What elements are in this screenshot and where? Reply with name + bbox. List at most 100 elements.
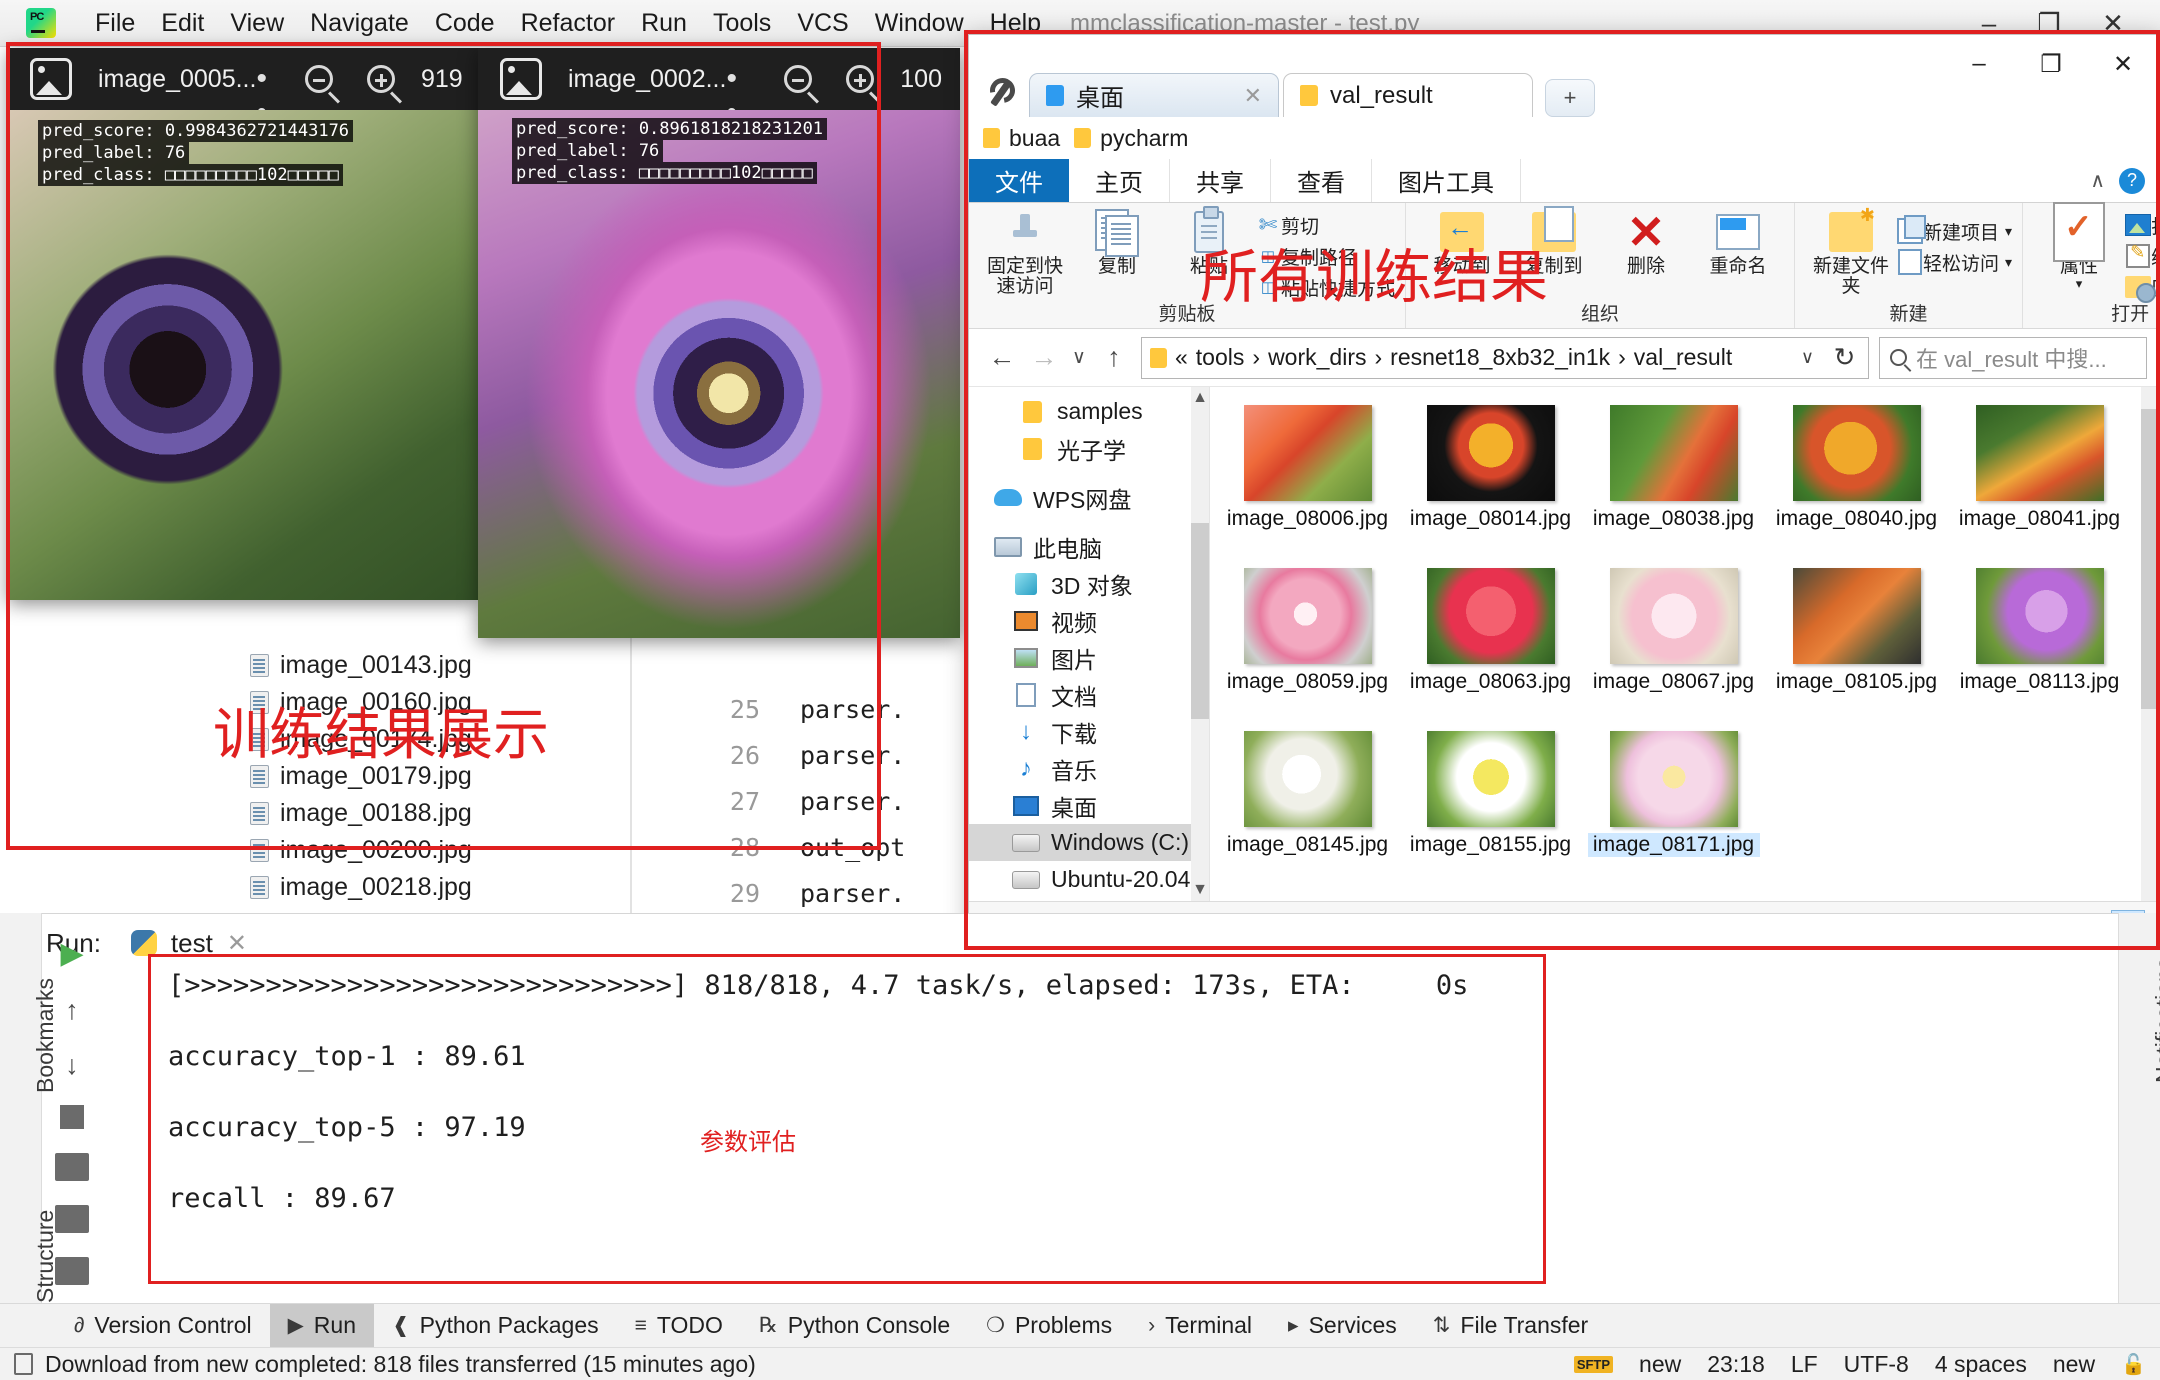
chevron-up-icon[interactable]: ∧ xyxy=(2090,168,2105,193)
ribbon-tab-view[interactable]: 查看 xyxy=(1271,159,1372,202)
scrollbar-thumb[interactable] xyxy=(2141,409,2159,709)
structure-label[interactable]: Structure xyxy=(32,1210,59,1303)
menu-item-refactor[interactable]: Refactor xyxy=(508,9,628,38)
crumb-work-dirs[interactable]: work_dirs xyxy=(1268,344,1366,371)
properties-button[interactable]: 属性 ▾ xyxy=(2033,202,2125,291)
file-list-scrollbar[interactable] xyxy=(2141,387,2159,901)
close-icon[interactable]: ✕ xyxy=(1226,83,1262,109)
toolwindow-services[interactable]: ▸ Services xyxy=(1270,1304,1415,1348)
lock-icon[interactable]: 🔓 xyxy=(2121,1352,2146,1377)
file-item[interactable]: image_08067.jpg xyxy=(1582,562,1765,725)
status-line-separator[interactable]: LF xyxy=(1791,1351,1818,1378)
address-field[interactable]: « tools › work_dirs › resnet18_8xb32_in1… xyxy=(1141,336,1823,379)
ribbon-tab-picture-tools[interactable]: 图片工具 xyxy=(1372,159,1521,202)
toolwindow-python-console[interactable]: ℞ Python Console xyxy=(741,1304,968,1348)
ribbon-tab-home[interactable]: 主页 xyxy=(1069,159,1170,202)
toolwindow-todo[interactable]: ≡ TODO xyxy=(617,1304,741,1348)
nav-item-windows-c[interactable]: Windows (C:) xyxy=(969,824,1209,861)
toolwindow-file-transfer[interactable]: ⇅ File Transfer xyxy=(1415,1304,1606,1348)
nav-item-music[interactable]: ♪ 音乐 xyxy=(969,750,1209,787)
status-branch[interactable]: new xyxy=(2053,1351,2095,1378)
menu-item-window[interactable]: Window xyxy=(862,9,977,38)
up-button[interactable]: ↑ xyxy=(1093,337,1135,379)
recent-locations-button[interactable]: ∨ xyxy=(1065,337,1093,379)
nav-item-wps-cloud[interactable]: WPS网盘 xyxy=(969,479,1209,516)
new-item-button[interactable]: 新建项目 ▾ xyxy=(1897,215,2012,245)
ribbon-tab-file[interactable]: 文件 xyxy=(969,159,1069,202)
delete-button[interactable]: ✕ 删除 xyxy=(1600,207,1692,277)
file-item[interactable]: image_08040.jpg xyxy=(1765,399,1948,562)
tree-item[interactable]: image_00200.jpg xyxy=(250,832,630,869)
nav-item-documents[interactable]: 文档 xyxy=(969,676,1209,713)
file-item[interactable]: image_08059.jpg xyxy=(1216,562,1399,725)
bookmarks-label[interactable]: Bookmarks xyxy=(32,978,59,1093)
open-button[interactable]: 打开 ▾ xyxy=(2125,211,2159,239)
toolwindow-run[interactable]: ▶ Run xyxy=(269,1303,374,1348)
refresh-button[interactable]: ↻ xyxy=(1821,336,1869,379)
soft-wrap-icon[interactable] xyxy=(50,1153,94,1181)
rename-button[interactable]: 重命名 xyxy=(1692,207,1784,277)
easy-access-button[interactable]: 轻松访问 ▾ xyxy=(1897,248,2012,276)
back-button[interactable]: ← xyxy=(981,337,1023,379)
new-folder-button[interactable]: 新建文件夹 xyxy=(1805,206,1897,297)
scroll-down-icon[interactable]: ▼ xyxy=(1191,879,1209,901)
crumb-resnet18[interactable]: resnet18_8xb32_in1k xyxy=(1390,344,1610,371)
file-explorer-window[interactable]: – ❐ ✕ 桌面 ✕ val_result + buaa pycharm 文件 … xyxy=(968,34,2160,948)
zoom-in-icon[interactable] xyxy=(366,65,395,93)
explorer-tab-val-result[interactable]: val_result xyxy=(1283,73,1533,117)
notifications-label[interactable]: Notifications xyxy=(2151,958,2160,1083)
zoom-in-icon[interactable] xyxy=(846,65,875,93)
nav-item-this-pc[interactable]: 此电脑 xyxy=(969,528,1209,565)
pin-to-quick-access-button[interactable]: 固定到快速访问 xyxy=(979,207,1071,297)
menu-item-vcs[interactable]: VCS xyxy=(784,9,861,38)
edit-button[interactable]: 编辑 xyxy=(2125,242,2159,270)
menu-item-file[interactable]: File xyxy=(82,9,148,38)
crumb-val-result[interactable]: val_result xyxy=(1634,344,1732,371)
explorer-tab-desktop[interactable]: 桌面 ✕ xyxy=(1029,73,1279,117)
menu-item-navigate[interactable]: Navigate xyxy=(297,9,422,38)
breadcrumb-pycharm[interactable]: pycharm xyxy=(1100,125,1188,152)
status-caret-position[interactable]: 23:18 xyxy=(1707,1351,1765,1378)
explorer-file-list[interactable]: image_08006.jpg image_08014.jpg image_08… xyxy=(1209,387,2159,901)
file-item[interactable]: image_08145.jpg xyxy=(1216,725,1399,888)
ribbon-tab-share[interactable]: 共享 xyxy=(1170,159,1271,202)
menu-item-run[interactable]: Run xyxy=(628,9,700,38)
file-item[interactable]: image_08063.jpg xyxy=(1399,562,1582,725)
file-item[interactable]: image_08113.jpg xyxy=(1948,562,2131,725)
stop-icon[interactable] xyxy=(50,1105,94,1129)
file-item[interactable]: image_08014.jpg xyxy=(1399,399,1582,562)
toolwindow-problems[interactable]: ❍ Problems xyxy=(968,1304,1130,1348)
explorer-navigation-pane[interactable]: samples 光子学 WPS网盘 此电脑 3D 对象 视频 图片 文档 ↓ 下… xyxy=(969,387,1209,901)
run-console-output[interactable]: [>>>>>>>>>>>>>>>>>>>>>>>>>>>>>>] 818/818… xyxy=(168,972,1528,1256)
status-deployment[interactable]: new xyxy=(1639,1351,1681,1378)
file-item[interactable]: image_08041.jpg xyxy=(1948,399,2131,562)
nav-item-3d-objects[interactable]: 3D 对象 xyxy=(969,565,1209,602)
nav-pane-scrollbar[interactable]: ▲ ▼ xyxy=(1191,387,1209,901)
zoom-out-icon[interactable] xyxy=(784,65,813,93)
file-item-selected[interactable]: image_08171.jpg xyxy=(1582,725,1765,888)
scrollbar-thumb[interactable] xyxy=(1191,523,1209,719)
file-item[interactable]: image_08155.jpg xyxy=(1399,725,1582,888)
nav-item-samples[interactable]: samples xyxy=(969,393,1209,430)
nav-item-downloads[interactable]: ↓ 下载 xyxy=(969,713,1209,750)
new-tab-button[interactable]: + xyxy=(1545,79,1595,117)
nav-item-pictures[interactable]: 图片 xyxy=(969,639,1209,676)
nav-item-ubuntu[interactable]: Ubuntu-20.04 (\\\\ xyxy=(969,861,1209,898)
chevron-down-icon[interactable]: ▾ xyxy=(2005,254,2012,271)
viewer-1-titlebar[interactable]: image_0005... • • • 919 xyxy=(8,48,478,129)
toolwindow-version-control[interactable]: ∂ Version Control xyxy=(56,1304,270,1348)
history-button[interactable]: 历史记录 xyxy=(2125,273,2159,303)
status-indent[interactable]: 4 spaces xyxy=(1935,1351,2027,1378)
nav-item-guangzixue[interactable]: 光子学 xyxy=(969,430,1209,467)
menu-item-tools[interactable]: Tools xyxy=(700,9,784,38)
editor-code-text[interactable]: parser. parser. parser. out_opt parser. xyxy=(800,687,905,917)
menu-item-view[interactable]: View xyxy=(217,9,297,38)
help-icon[interactable]: ? xyxy=(2119,167,2145,194)
forward-button[interactable]: → xyxy=(1023,337,1065,379)
menu-item-code[interactable]: Code xyxy=(422,9,508,38)
toolwindow-python-packages[interactable]: ❰ Python Packages xyxy=(374,1304,617,1348)
toolwindow-terminal[interactable]: › Terminal xyxy=(1130,1304,1270,1348)
search-input[interactable]: 在 val_result 中搜... xyxy=(1879,336,2147,379)
crumb-tools[interactable]: tools xyxy=(1196,344,1245,371)
breadcrumb-buaa[interactable]: buaa xyxy=(1009,125,1060,152)
